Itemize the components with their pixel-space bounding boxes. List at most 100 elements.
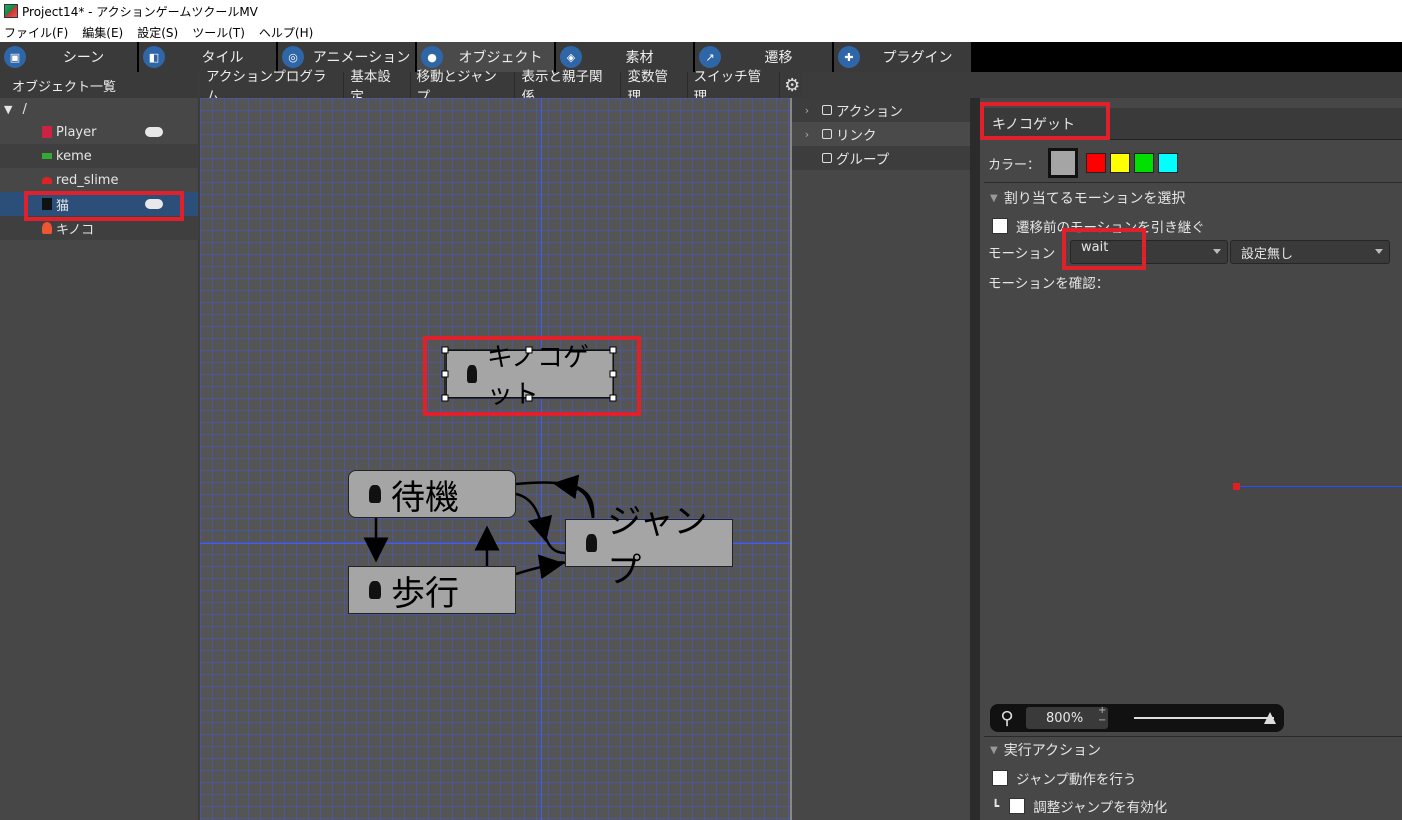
- color-swatch-red[interactable]: [1086, 153, 1107, 173]
- tree-item-link[interactable]: › リンク: [792, 122, 970, 146]
- menu-tools[interactable]: ツール(T): [192, 24, 245, 41]
- color-swatch-yellow[interactable]: [1110, 153, 1131, 173]
- tree-item-player[interactable]: Player: [0, 120, 198, 144]
- triangle-down-icon[interactable]: ▼: [990, 745, 998, 756]
- tree-item-keme[interactable]: keme: [0, 144, 198, 168]
- tree-item-red-slime[interactable]: red_slime: [0, 168, 198, 192]
- zoom-input[interactable]: 800%: [1026, 707, 1108, 729]
- app-icon: [4, 4, 18, 18]
- link-icon: [822, 105, 832, 115]
- inherit-motion-checkbox[interactable]: [992, 218, 1008, 234]
- object-settings-tabs: アクションプログラム 基本設定 移動とジャンプ 表示と親子関係 変数管理 スイッ…: [200, 69, 802, 105]
- link-walk-jump-tail[interactable]: [551, 561, 566, 567]
- adjust-jump-label: 調整ジャンプを有効化: [1033, 800, 1168, 816]
- tab-switches[interactable]: スイッチ管理: [688, 69, 781, 105]
- tab-action-program[interactable]: アクションプログラム: [200, 69, 345, 105]
- separator: [984, 736, 1402, 737]
- keme-sprite-icon: [42, 153, 52, 159]
- magnifier-icon[interactable]: ⚲: [994, 705, 1020, 731]
- tab-variables[interactable]: 変数管理: [621, 69, 688, 105]
- zoom-stepper-icon[interactable]: + −: [1098, 706, 1106, 726]
- tree-root[interactable]: ▼ /: [0, 98, 198, 120]
- link-walk-to-jump[interactable]: [515, 554, 565, 580]
- node-label: 待機: [391, 477, 459, 518]
- slime-sprite-icon: [42, 176, 52, 184]
- node-jump[interactable]: ジャンプ: [565, 502, 733, 591]
- adjust-jump-checkbox[interactable]: [1009, 798, 1026, 814]
- jump-action-label: ジャンプ動作を行う: [1016, 772, 1137, 788]
- object-list-header: オブジェクト一覧: [0, 72, 198, 98]
- highlight-box: [423, 336, 641, 416]
- tree-item-label: keme: [56, 148, 92, 164]
- preview-origin-marker: [1233, 483, 1240, 490]
- color-swatch-green[interactable]: [1134, 153, 1155, 173]
- section-title: 実行アクション: [1003, 743, 1102, 759]
- link-jump-to-wait[interactable]: [552, 474, 595, 519]
- chevron-down-icon: [1213, 249, 1221, 254]
- action-tree-panel: › アクション › リンク グループ: [792, 98, 970, 820]
- zoom-bar: ⚲ 800% + −: [990, 704, 1284, 732]
- tree-item-label: red_slime: [56, 172, 119, 188]
- action-program-canvas[interactable]: キノコゲット 待機 歩行 ジャンプ: [200, 98, 790, 820]
- jump-action-checkbox[interactable]: [992, 770, 1008, 786]
- highlight-box: [980, 102, 1110, 140]
- cat-sprite-icon: [369, 485, 381, 503]
- gear-icon[interactable]: ⚙: [782, 75, 802, 96]
- link-icon: [822, 153, 832, 163]
- tree-item-label: アクション: [836, 104, 903, 120]
- mushroom-sprite-icon: [42, 222, 52, 234]
- triangle-down-icon[interactable]: ▼: [990, 193, 998, 204]
- action-properties-panel: キノコゲット カラー： ▼ 割り当てるモーションを選択 遷移前のモーションを引き…: [980, 98, 1402, 820]
- tree-item-action[interactable]: › アクション: [792, 98, 970, 122]
- node-wait[interactable]: 待機: [348, 470, 516, 518]
- player-sprite-icon: [42, 126, 52, 138]
- tab-display-parent[interactable]: 表示と親子関係: [515, 69, 622, 105]
- link-wait-to-jump[interactable]: [515, 492, 553, 543]
- panel-separator: [970, 98, 980, 820]
- menu-bar: ファイル(F) 編集(E) 設定(S) ツール(T) ヘルプ(H): [0, 22, 1402, 42]
- menu-settings[interactable]: 設定(S): [137, 24, 178, 41]
- node-label: ジャンプ: [607, 502, 708, 591]
- tree-item-label: キノコ: [56, 222, 95, 238]
- link-curve[interactable]: [541, 529, 566, 555]
- section-title: 割り当てるモーションを選択: [1003, 191, 1186, 207]
- exec-section-header[interactable]: ▼ 実行アクション: [990, 740, 1101, 760]
- chevron-right-icon[interactable]: ›: [792, 104, 822, 117]
- adjust-jump-row[interactable]: ┗ 調整ジャンプを有効化: [992, 796, 1167, 816]
- caret-down-icon[interactable]: ▼: [4, 103, 12, 116]
- tree-item-group[interactable]: グループ: [792, 146, 970, 170]
- color-row: カラー：: [988, 148, 1179, 178]
- tab-move-jump[interactable]: 移動とジャンプ: [411, 69, 516, 105]
- highlight-box: [24, 191, 184, 221]
- menu-help[interactable]: ヘルプ(H): [259, 24, 313, 41]
- link-icon: [822, 129, 832, 139]
- cat-sprite-icon: [586, 534, 598, 552]
- motion-label: モーション: [988, 246, 1056, 262]
- tree-item-label: グループ: [836, 152, 890, 168]
- tree-item-label: リンク: [836, 128, 877, 144]
- menu-edit[interactable]: 編集(E): [82, 24, 123, 41]
- menu-file[interactable]: ファイル(F): [4, 24, 68, 41]
- cat-sprite-icon: [369, 581, 381, 599]
- color-swatch-selected[interactable]: [1048, 148, 1079, 178]
- motion-preview-label: モーションを確認：: [988, 276, 1110, 292]
- object-list-panel: オブジェクト一覧 ▼ / Player keme red_slime 猫 キノコ: [0, 72, 198, 820]
- tab-scene[interactable]: ▣ シーン: [0, 42, 137, 72]
- highlight-box: [1062, 228, 1146, 270]
- tab-plugin[interactable]: ✚ プラグイン: [834, 42, 971, 72]
- node-walk[interactable]: 歩行: [348, 566, 516, 614]
- zoom-slider-thumb[interactable]: [1264, 712, 1276, 724]
- preview-axis-line: [1236, 486, 1402, 487]
- tree-root-label: /: [22, 101, 27, 117]
- motion-sub-select[interactable]: 設定無し: [1230, 240, 1390, 264]
- link-arrows: [363, 474, 595, 580]
- tree-item-label: Player: [56, 124, 97, 140]
- jump-action-row[interactable]: ジャンプ動作を行う: [992, 768, 1136, 788]
- tree-branch-icon: ┗: [992, 799, 1000, 813]
- zoom-slider-track[interactable]: [1134, 717, 1274, 719]
- chevron-right-icon[interactable]: ›: [792, 128, 822, 141]
- tab-basic-settings[interactable]: 基本設定: [344, 69, 411, 105]
- motion-section-header[interactable]: ▼ 割り当てるモーションを選択: [990, 188, 1185, 208]
- color-swatch-cyan[interactable]: [1158, 153, 1179, 173]
- separator: [984, 182, 1402, 183]
